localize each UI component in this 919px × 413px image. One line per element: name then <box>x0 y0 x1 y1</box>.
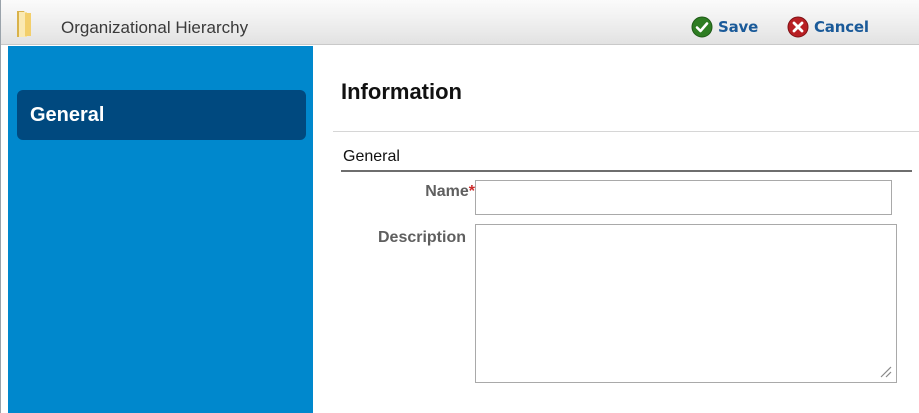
folder-icon <box>17 11 31 37</box>
description-label: Description <box>377 229 466 246</box>
check-circle-icon <box>691 16 713 38</box>
group-divider <box>341 170 912 172</box>
save-label: Save <box>718 18 759 36</box>
cancel-button[interactable]: Cancel <box>787 16 869 38</box>
page-title: Information <box>341 79 462 104</box>
title-bar: Organizational Hierarchy Save Cancel <box>1 0 919 45</box>
title-divider <box>333 131 919 132</box>
resize-grip-icon[interactable] <box>878 364 892 378</box>
save-button[interactable]: Save <box>691 16 758 38</box>
sidebar-item-general[interactable]: General <box>17 90 306 140</box>
cancel-label: Cancel <box>814 18 869 36</box>
name-field[interactable] <box>475 180 892 215</box>
sidebar: General <box>8 46 313 413</box>
dialog-window: Organizational Hierarchy Save Cancel Gen… <box>0 0 919 413</box>
name-label: Name* <box>425 183 475 200</box>
sidebar-item-label: General <box>30 104 105 126</box>
description-field[interactable] <box>475 224 897 383</box>
window-title: Organizational Hierarchy <box>61 18 249 37</box>
group-title: General <box>343 148 400 165</box>
x-circle-icon <box>787 16 809 38</box>
main-panel: Information General Name* Description <box>313 46 919 413</box>
